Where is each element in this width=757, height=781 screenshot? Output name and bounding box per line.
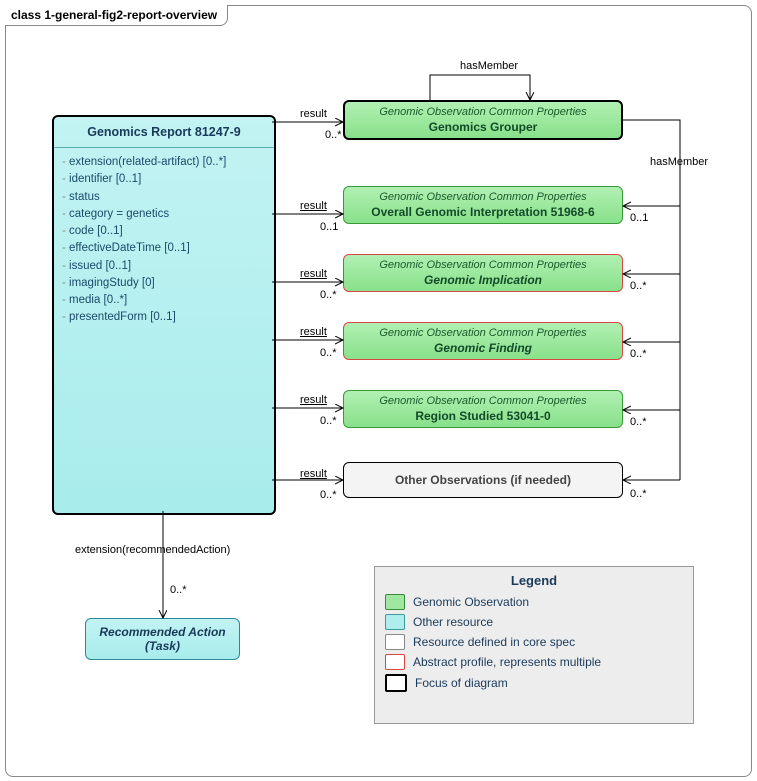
legend-label: Focus of diagram	[415, 676, 508, 690]
frame-title: class 1-general-fig2-report-overview	[5, 5, 228, 26]
stereotype: Genomic Observation Common Properties	[350, 395, 616, 407]
edge-label-ext-rec: extension(recommendedAction)	[75, 544, 230, 556]
legend-label: Resource defined in core spec	[413, 635, 575, 649]
swatch-icon	[385, 594, 405, 610]
attr: status	[62, 189, 266, 206]
edge-label-result: result	[300, 468, 327, 480]
edge-card: 0..*	[630, 416, 647, 428]
edge-card: 0..1	[320, 221, 338, 233]
edge-card: 0..*	[320, 289, 337, 301]
edge-card: 0..*	[325, 129, 342, 141]
overall-interpretation-box: Genomic Observation Common Properties Ov…	[343, 186, 623, 224]
edge-label-result: result	[300, 326, 327, 338]
edge-card: 0..*	[170, 584, 187, 596]
edge-label-result: result	[300, 108, 327, 120]
edge-card: 0..*	[320, 415, 337, 427]
swatch-icon	[385, 634, 405, 650]
swatch-icon	[385, 654, 405, 670]
genomics-grouper-box: Genomic Observation Common Properties Ge…	[343, 100, 623, 140]
attr: code [0..1]	[62, 223, 266, 240]
legend-item: Genomic Observation	[385, 594, 683, 610]
legend-label: Other resource	[413, 615, 493, 629]
stereotype: Genomic Observation Common Properties	[350, 191, 616, 203]
class-attributes: extension(related-artifact) [0..*] ident…	[54, 148, 274, 333]
swatch-icon	[385, 674, 407, 692]
box-title: Recommended Action (Task)	[99, 625, 225, 653]
stereotype: Genomic Observation Common Properties	[350, 327, 616, 339]
legend-item: Abstract profile, represents multiple	[385, 654, 683, 670]
box-title: Genomic Implication	[350, 273, 616, 287]
edge-label-result: result	[300, 268, 327, 280]
stereotype: Genomic Observation Common Properties	[350, 259, 616, 271]
genomic-implication-box: Genomic Observation Common Properties Ge…	[343, 254, 623, 292]
legend-item: Focus of diagram	[385, 674, 683, 692]
attr: effectiveDateTime [0..1]	[62, 240, 266, 257]
edge-label-hasmember: hasMember	[460, 60, 518, 72]
recommended-action-box: Recommended Action (Task)	[85, 618, 240, 660]
edge-card: 0..*	[630, 488, 647, 500]
attr: extension(related-artifact) [0..*]	[62, 154, 266, 171]
edge-card: 0..1	[630, 212, 648, 224]
edge-card: 0..*	[630, 348, 647, 360]
attr: issued [0..1]	[62, 258, 266, 275]
legend-label: Genomic Observation	[413, 595, 529, 609]
attr: imagingStudy [0]	[62, 275, 266, 292]
stereotype: Genomic Observation Common Properties	[351, 106, 615, 118]
legend-item: Other resource	[385, 614, 683, 630]
box-title: Other Observations (if needed)	[395, 473, 571, 487]
other-observations-box: Other Observations (if needed)	[343, 462, 623, 498]
attr: presentedForm [0..1]	[62, 309, 266, 326]
box-title: Genomics Grouper	[351, 120, 615, 134]
legend: Legend Genomic Observation Other resourc…	[374, 566, 694, 724]
edge-card: 0..*	[320, 489, 337, 501]
attr: media [0..*]	[62, 292, 266, 309]
legend-title: Legend	[385, 573, 683, 588]
legend-label: Abstract profile, represents multiple	[413, 655, 601, 669]
swatch-icon	[385, 614, 405, 630]
edge-label-hasmember: hasMember	[650, 156, 708, 168]
region-studied-box: Genomic Observation Common Properties Re…	[343, 390, 623, 428]
class-title: Genomics Report 81247-9	[54, 117, 274, 148]
attr: identifier [0..1]	[62, 171, 266, 188]
box-title: Overall Genomic Interpretation 51968-6	[350, 205, 616, 219]
edge-label-result: result	[300, 200, 327, 212]
edge-label-result: result	[300, 394, 327, 406]
genomics-report-class: Genomics Report 81247-9 extension(relate…	[52, 115, 276, 515]
edge-card: 0..*	[630, 280, 647, 292]
legend-item: Resource defined in core spec	[385, 634, 683, 650]
genomic-finding-box: Genomic Observation Common Properties Ge…	[343, 322, 623, 360]
box-title: Genomic Finding	[350, 341, 616, 355]
edge-card: 0..*	[320, 347, 337, 359]
attr: category = genetics	[62, 206, 266, 223]
box-title: Region Studied 53041-0	[350, 409, 616, 423]
